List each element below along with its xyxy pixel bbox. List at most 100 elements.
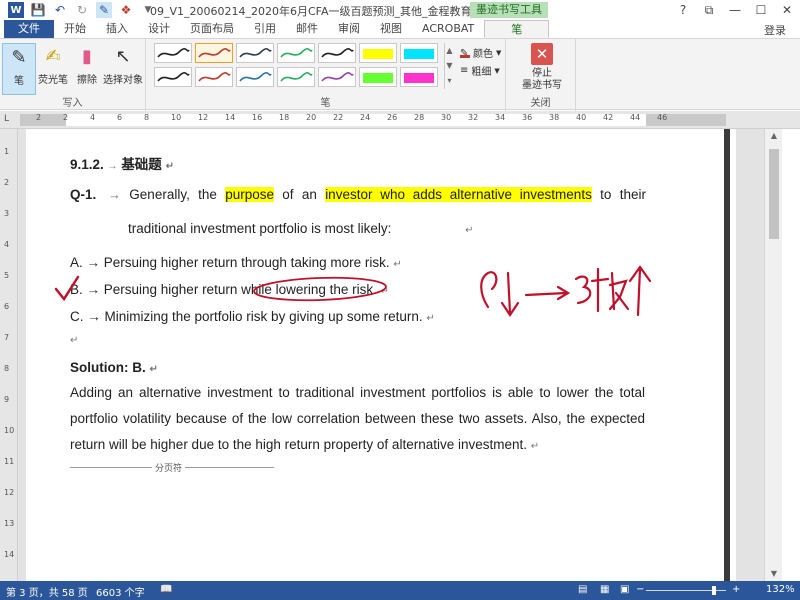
q-word-to: to (600, 187, 612, 202)
print-layout-icon[interactable]: ▦ (600, 584, 609, 595)
pen-tool-button[interactable]: ✎ 笔 (2, 43, 36, 95)
proofing-icon[interactable]: 📖 (160, 584, 172, 595)
eraser-tool-label: 擦除 (77, 75, 97, 86)
pen-swatch[interactable] (236, 67, 274, 87)
q-word-of: of (282, 187, 294, 202)
scroll-down-icon[interactable]: ▼ (765, 567, 782, 581)
help-icon[interactable]: ? (670, 0, 696, 20)
tab-review[interactable]: 审阅 (328, 20, 370, 38)
tab-selector[interactable]: L (4, 114, 9, 124)
vruler-number: 14 (4, 550, 15, 559)
heading-number: 9.1.2. (70, 157, 104, 172)
minimize-button[interactable]: — (722, 0, 748, 20)
tab-page-layout[interactable]: 页面布局 (180, 20, 244, 38)
pen-thickness-dropdown[interactable]: ≡ 粗细 ▼ (460, 63, 500, 78)
pen-swatch[interactable] (195, 67, 233, 87)
pen-swatch[interactable] (277, 43, 315, 63)
stop-inking-button[interactable]: ✕ 停止 墨迹书写 (520, 43, 564, 92)
maximize-button[interactable]: ☐ (748, 0, 774, 20)
tab-insert[interactable]: 插入 (96, 20, 138, 38)
ruler-number: 18 (279, 113, 290, 122)
page-count[interactable]: 第 3 页，共 58 页 (6, 584, 88, 599)
save-icon[interactable]: 💾 (30, 2, 46, 18)
vertical-ruler[interactable]: 1 2 3 4 5 6 7 8 9 10 11 12 13 14 (0, 129, 18, 581)
vruler-number: 10 (4, 426, 15, 435)
solution-line-3: return will be higher due to the high re… (70, 437, 539, 452)
option-c-text: C. → Minimizing the portfolio risk by gi… (70, 309, 423, 324)
option-b-text: B. → Persuing higher return while loweri… (70, 282, 377, 297)
pen-stroke-icon (239, 48, 272, 58)
eraser-tool-button[interactable]: ▮ 擦除 (70, 43, 104, 87)
tab-design[interactable]: 设计 (138, 20, 180, 38)
undo-icon[interactable]: ↶ (52, 2, 68, 18)
zoom-level[interactable]: 132% (766, 584, 795, 595)
pen-swatch[interactable] (400, 43, 438, 63)
pen-swatch[interactable] (359, 43, 397, 63)
tab-home[interactable]: 开始 (54, 20, 96, 38)
ruler-number: 34 (495, 113, 506, 122)
highlighter-stroke-icon (404, 49, 434, 59)
pen-swatch[interactable] (236, 43, 274, 63)
tab-pen[interactable]: 笔 (484, 20, 550, 38)
option-a[interactable]: A. → Persuing higher return through taki… (70, 255, 402, 270)
pen-swatch[interactable] (154, 67, 192, 87)
pen-mode-icon[interactable]: ✎ (96, 2, 112, 18)
ink-tool-icon[interactable]: ❖ (118, 2, 134, 18)
scroll-up-icon[interactable]: ▲ (765, 129, 782, 143)
ribbon-display-icon[interactable]: ⧉ (696, 0, 722, 20)
vertical-scrollbar[interactable]: ▲ ▼ (764, 129, 782, 581)
tab-acrobat[interactable]: ACROBAT (412, 20, 484, 38)
word-app-icon[interactable]: W (8, 2, 24, 18)
zoom-in-button[interactable]: + (732, 584, 740, 595)
highlighter-tool-button[interactable]: ✍ 荧光笔 (36, 43, 70, 87)
login-link[interactable]: 登录 (764, 22, 786, 38)
gallery-scroll[interactable]: ▲ ▼ ▾ (444, 43, 454, 89)
document-page[interactable]: 9.1.2. → 基础题 ↵ Q-1. → Generally, the pur… (26, 129, 736, 581)
close-group: ✕ 停止 墨迹书写 关闭 (506, 39, 576, 111)
tab-mailings[interactable]: 邮件 (286, 20, 328, 38)
zoom-slider-knob[interactable] (712, 586, 716, 595)
scrollbar-thumb[interactable] (769, 149, 779, 239)
close-button[interactable]: ✕ (774, 0, 800, 20)
ruler-number: 4 (90, 113, 96, 122)
web-layout-icon[interactable]: ▣ (620, 584, 629, 595)
pen-swatch[interactable] (318, 67, 356, 87)
ruler-number: 16 (252, 113, 263, 122)
pen-swatch[interactable] (359, 67, 397, 87)
pen-swatch[interactable] (154, 43, 192, 63)
heading-text: 基础题 (121, 157, 162, 172)
redo-icon[interactable]: ↻ (74, 2, 90, 18)
pen-swatch[interactable] (277, 67, 315, 87)
pen-color-dropdown[interactable]: ✎ 颜色 ▼ (460, 45, 501, 60)
vruler-number: 9 (4, 395, 10, 404)
pen-swatch[interactable] (400, 67, 438, 87)
ruler-number: 38 (549, 113, 560, 122)
option-c[interactable]: C. → Minimizing the portfolio risk by gi… (70, 309, 435, 324)
read-mode-icon[interactable]: ▤ (578, 584, 587, 595)
ruler-left-margin (20, 114, 66, 126)
word-count[interactable]: 6603 个字 (96, 584, 145, 599)
eraser-icon: ▮ (82, 45, 92, 67)
pens-group-label: 笔 (320, 98, 331, 109)
horizontal-ruler[interactable]: L 2 2 4 6 8 10 12 14 16 18 20 22 24 26 28 30 32 34 36 38 40 4… (0, 111, 800, 129)
option-b[interactable]: B. → Persuing higher return while loweri… (70, 282, 389, 297)
zoom-out-button[interactable]: − (636, 584, 644, 595)
select-objects-button[interactable]: ↖ 选择对象 (102, 43, 144, 87)
tab-references[interactable]: 引用 (244, 20, 286, 38)
question-line-2-text: traditional investment portfolio is most… (128, 221, 392, 236)
solution-label-text: Solution: B. (70, 360, 146, 375)
ruler-number: 8 (144, 113, 150, 122)
solution-label: Solution: B. ↵ (70, 360, 158, 375)
page-break-label: 分页符 (152, 461, 186, 474)
pen-swatch[interactable] (195, 43, 233, 63)
tab-arrow: → (108, 187, 121, 202)
close-ink-icon: ✕ (531, 43, 553, 65)
tab-file[interactable]: 文件 (4, 20, 54, 38)
tab-view[interactable]: 视图 (370, 20, 412, 38)
ruler-number: 10 (171, 113, 182, 122)
pen-swatch[interactable] (318, 43, 356, 63)
paragraph-mark: ↵ (465, 225, 474, 236)
document-area: 9.1.2. → 基础题 ↵ Q-1. → Generally, the pur… (18, 129, 782, 581)
chevron-down-icon: ▼ (496, 48, 502, 57)
empty-paragraph-mark: ↵ (70, 335, 79, 346)
